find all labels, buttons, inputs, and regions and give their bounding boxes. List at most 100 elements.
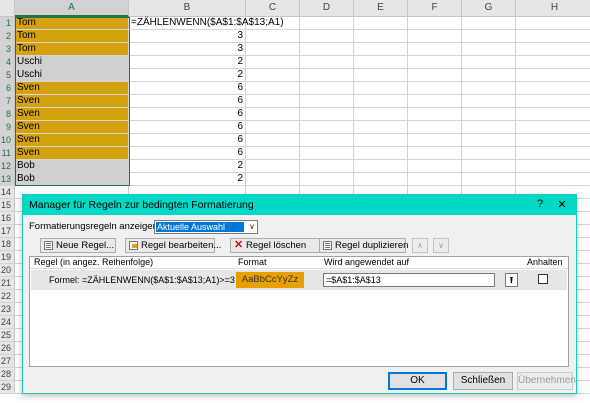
cell-d[interactable] — [300, 173, 354, 186]
cell-a[interactable]: Sven — [15, 121, 129, 134]
cell-b[interactable]: =ZÄHLENWENN($A$1:$A$13;A1) — [129, 17, 284, 30]
cell-e[interactable] — [354, 147, 408, 160]
move-down-button[interactable]: ∨ — [433, 238, 449, 253]
row-header[interactable]: 8 — [0, 108, 15, 121]
row-header[interactable]: 11 — [0, 147, 15, 160]
row-header[interactable]: 25 — [0, 329, 15, 342]
cell-e[interactable] — [354, 160, 408, 173]
cell-h[interactable] — [516, 160, 590, 173]
cell-g[interactable] — [462, 82, 516, 95]
cell-a[interactable]: Uschi — [15, 69, 129, 82]
cell-a[interactable]: Sven — [15, 147, 129, 160]
cell-d[interactable] — [300, 160, 354, 173]
edit-rule-button[interactable]: Regel bearbeiten... — [125, 238, 221, 253]
cell-f[interactable] — [408, 108, 462, 121]
cell-a[interactable]: Sven — [15, 108, 129, 121]
row-header[interactable]: 24 — [0, 316, 15, 329]
cell-c[interactable] — [246, 95, 300, 108]
row-header[interactable]: 23 — [0, 303, 15, 316]
row-header[interactable]: 4 — [0, 56, 15, 69]
cell-e[interactable] — [354, 43, 408, 56]
cell-g[interactable] — [462, 160, 516, 173]
cell-b[interactable]: 2 — [129, 160, 246, 173]
cell-c[interactable] — [246, 56, 300, 69]
cell-c[interactable] — [246, 82, 300, 95]
cell-h[interactable] — [516, 82, 590, 95]
column-header-g[interactable]: G — [462, 0, 516, 17]
delete-rule-button[interactable]: ✕ Regel löschen — [230, 238, 320, 253]
row-header[interactable]: 9 — [0, 121, 15, 134]
cell-g[interactable] — [462, 43, 516, 56]
row-header[interactable]: 1 — [0, 17, 15, 30]
cell-h[interactable] — [516, 17, 590, 30]
cell-g[interactable] — [462, 69, 516, 82]
cell-f[interactable] — [408, 121, 462, 134]
cell-c[interactable] — [246, 30, 300, 43]
row-header[interactable]: 19 — [0, 251, 15, 264]
row-header[interactable]: 18 — [0, 238, 15, 251]
cell-f[interactable] — [408, 160, 462, 173]
cell-f[interactable] — [408, 95, 462, 108]
cell-c[interactable] — [246, 147, 300, 160]
cell-f[interactable] — [408, 17, 462, 30]
cell-h[interactable] — [516, 95, 590, 108]
cell-e[interactable] — [354, 17, 408, 30]
cell-d[interactable] — [300, 108, 354, 121]
cell-a[interactable]: Sven — [15, 134, 129, 147]
row-header[interactable]: 12 — [0, 160, 15, 173]
cell-f[interactable] — [408, 134, 462, 147]
row-header[interactable]: 16 — [0, 212, 15, 225]
cell-c[interactable] — [246, 173, 300, 186]
cell-e[interactable] — [354, 95, 408, 108]
cell-c[interactable] — [246, 43, 300, 56]
cell-h[interactable] — [516, 173, 590, 186]
cell-e[interactable] — [354, 82, 408, 95]
cell-c[interactable] — [246, 134, 300, 147]
row-header[interactable]: 2 — [0, 30, 15, 43]
cell-h[interactable] — [516, 134, 590, 147]
cell-a[interactable]: Bob — [15, 160, 129, 173]
cell-g[interactable] — [462, 173, 516, 186]
row-header[interactable]: 26 — [0, 342, 15, 355]
cell-d[interactable] — [300, 69, 354, 82]
cell-g[interactable] — [462, 108, 516, 121]
cell-g[interactable] — [462, 17, 516, 30]
row-header[interactable]: 7 — [0, 95, 15, 108]
cell-b[interactable]: 2 — [129, 69, 246, 82]
cell-a[interactable]: Uschi — [15, 56, 129, 69]
cell-f[interactable] — [408, 82, 462, 95]
cell-a[interactable]: Bob — [15, 173, 129, 186]
cell-e[interactable] — [354, 134, 408, 147]
cell-c[interactable] — [246, 160, 300, 173]
column-header-a[interactable]: A — [15, 0, 129, 17]
cell-f[interactable] — [408, 173, 462, 186]
cell-g[interactable] — [462, 134, 516, 147]
cell-b[interactable]: 6 — [129, 108, 246, 121]
row-header[interactable]: 15 — [0, 199, 15, 212]
cell-b[interactable]: 6 — [129, 121, 246, 134]
cell-b[interactable]: 2 — [129, 56, 246, 69]
cell-d[interactable] — [300, 56, 354, 69]
cell-g[interactable] — [462, 121, 516, 134]
row-header[interactable]: 22 — [0, 290, 15, 303]
cell-e[interactable] — [354, 56, 408, 69]
cell-b[interactable]: 3 — [129, 30, 246, 43]
close-icon[interactable]: ✕ — [556, 198, 568, 211]
cell-h[interactable] — [516, 69, 590, 82]
cell-g[interactable] — [462, 95, 516, 108]
column-header-f[interactable]: F — [408, 0, 462, 17]
cell-h[interactable] — [516, 121, 590, 134]
show-rules-select[interactable]: Aktuelle Auswahl ∨ — [154, 220, 258, 234]
cell-a[interactable]: Tom — [15, 30, 129, 43]
apply-button[interactable]: Übernehmen — [517, 372, 576, 390]
cell-d[interactable] — [300, 30, 354, 43]
cell-b[interactable]: 6 — [129, 95, 246, 108]
row-header[interactable]: 29 — [0, 381, 15, 394]
row-header[interactable]: 5 — [0, 69, 15, 82]
cell-b[interactable]: 6 — [129, 147, 246, 160]
cell-a[interactable]: Tom — [15, 17, 129, 30]
cell-h[interactable] — [516, 56, 590, 69]
cell-d[interactable] — [300, 17, 354, 30]
cell-b[interactable]: 3 — [129, 43, 246, 56]
close-dialog-button[interactable]: Schließen — [453, 372, 513, 390]
